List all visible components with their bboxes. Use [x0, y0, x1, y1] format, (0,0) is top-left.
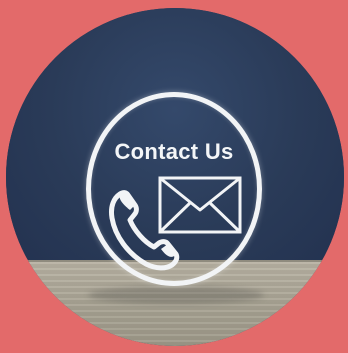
- ring-shadow: [88, 286, 264, 304]
- phone-icon: [109, 190, 180, 271]
- contact-title: Contact Us: [114, 139, 234, 164]
- contact-badge: Contact Us: [0, 0, 348, 353]
